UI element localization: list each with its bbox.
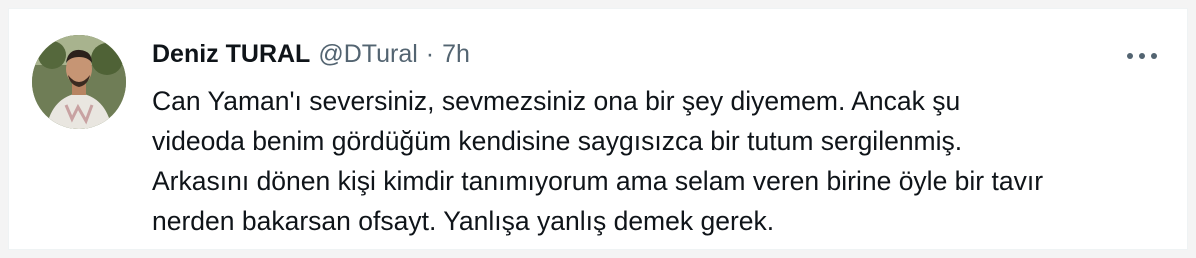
header-separator: · <box>425 40 435 68</box>
user-handle[interactable]: @DTural <box>318 37 417 71</box>
timestamp[interactable]: 7h <box>442 37 470 71</box>
tweet-text-line: videoda benim gördüğüm kendisine saygısı… <box>152 126 963 156</box>
tweet-text-line: Arkasını dönen kişi kimdir tanımıyorum a… <box>152 166 1044 196</box>
tweet-text-line: Can Yaman'ı seversiniz, sevmezsiniz ona … <box>152 86 961 116</box>
display-name[interactable]: Deniz TURAL <box>152 37 310 71</box>
more-dot <box>1139 53 1145 59</box>
more-dot <box>1127 53 1133 59</box>
tweet-header: Deniz TURAL @DTural · 7h <box>152 37 470 71</box>
tweet-card[interactable]: Deniz TURAL @DTural · 7h Can Yaman'ı sev… <box>8 8 1188 250</box>
avatar[interactable] <box>32 35 126 129</box>
more-options-icon[interactable] <box>1127 49 1157 63</box>
avatar-photo-icon <box>32 35 126 129</box>
tweet-text-line: nerden bakarsan ofsayt. Yanlışa yanlış d… <box>152 206 775 236</box>
more-dot <box>1151 53 1157 59</box>
tweet-text: Can Yaman'ı seversiniz, sevmezsiniz ona … <box>152 81 1162 241</box>
